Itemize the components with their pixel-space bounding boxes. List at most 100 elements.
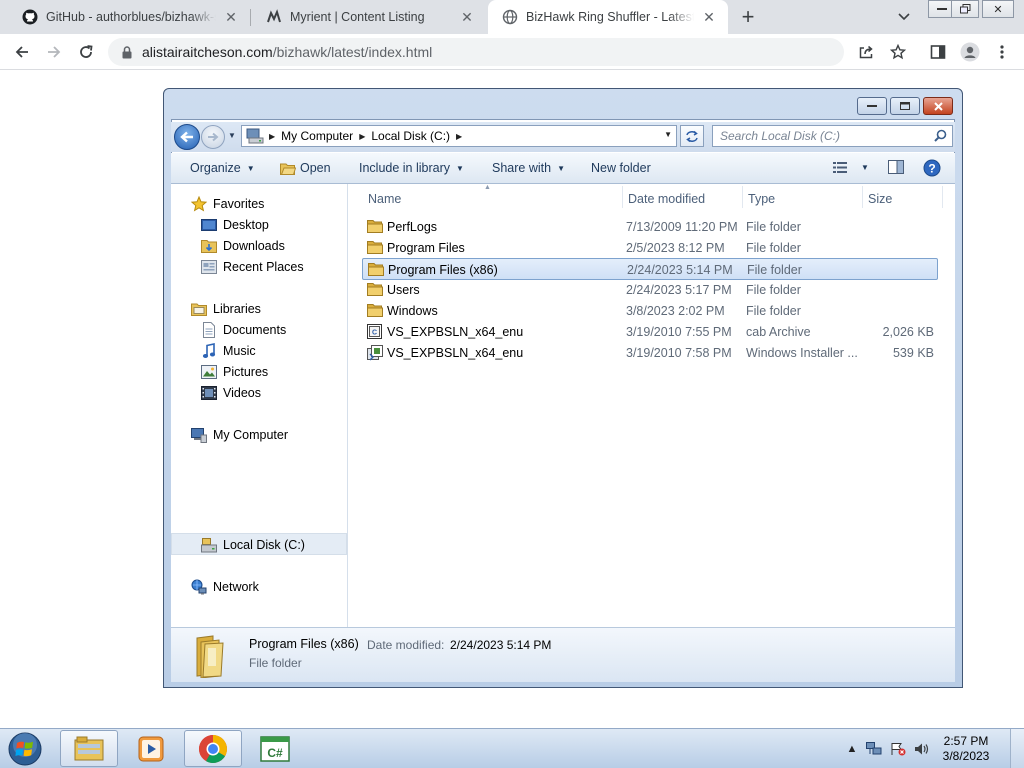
new-folder-button[interactable]: New folder: [591, 161, 651, 175]
nav-desktop[interactable]: Desktop: [201, 215, 269, 235]
start-button[interactable]: [4, 730, 46, 768]
breadcrumb-chevron-icon[interactable]: ▶: [359, 132, 365, 141]
taskbar-explorer-button[interactable]: [60, 730, 118, 767]
explorer-search-input[interactable]: Search Local Disk (C:): [712, 125, 953, 147]
column-divider[interactable]: [622, 186, 623, 208]
bookmark-star-icon[interactable]: [886, 40, 910, 64]
kebab-menu-icon[interactable]: [990, 40, 1014, 64]
taskbar-media-player-button[interactable]: [122, 730, 180, 767]
file-row-selected[interactable]: Program Files (x86) 2/24/2023 5:14 PM Fi…: [362, 258, 938, 280]
show-hidden-icons-arrow-icon[interactable]: ▲: [843, 741, 861, 757]
svg-text:?: ?: [928, 162, 935, 176]
recent-pages-dropdown-icon[interactable]: ▼: [228, 131, 236, 140]
system-clock[interactable]: 2:57 PM 3/8/2023: [936, 734, 996, 764]
close-icon[interactable]: ✕: [458, 8, 476, 26]
search-icon[interactable]: [934, 129, 947, 145]
file-row[interactable]: Program Files 2/5/2023 8:12 PM File fold…: [363, 238, 937, 258]
change-view-button[interactable]: ▼: [833, 162, 869, 173]
reload-icon[interactable]: [72, 38, 100, 66]
address-bar[interactable]: alistairaitcheson.com/bizhawk/latest/ind…: [108, 38, 844, 66]
installer-package-icon: [367, 345, 383, 361]
column-header-name[interactable]: Name: [368, 192, 401, 206]
breadcrumb-local-disk[interactable]: Local Disk (C:): [371, 129, 450, 143]
restore-button[interactable]: [951, 0, 979, 18]
explorer-forward-arrow-icon[interactable]: [201, 125, 225, 149]
close-icon[interactable]: ✕: [700, 8, 718, 26]
file-date: 2/24/2023 5:14 PM: [627, 263, 733, 277]
explorer-close-button[interactable]: [923, 97, 953, 115]
nav-favorites[interactable]: Favorites: [191, 194, 264, 214]
nav-libraries[interactable]: Libraries: [191, 299, 261, 319]
profile-avatar-icon[interactable]: [958, 40, 982, 64]
tab-github[interactable]: GitHub - authorblues/bizhawk-shuffler-2 …: [8, 0, 250, 34]
file-row[interactable]: PerfLogs 7/13/2009 11:20 PM File folder: [363, 217, 937, 237]
nav-network[interactable]: Network: [191, 577, 259, 597]
share-with-button[interactable]: Share with ▼: [492, 161, 565, 175]
details-item-name: Program Files (x86): [249, 637, 359, 651]
computer-drive-icon: [245, 128, 265, 144]
explorer-back-arrow-icon[interactable]: [174, 124, 200, 150]
tab-bizhawk[interactable]: BizHawk Ring Shuffler - Latest Build ✕: [488, 0, 728, 34]
nav-label: Favorites: [213, 197, 265, 211]
open-button[interactable]: Open: [280, 161, 331, 175]
forward-arrow-icon[interactable]: [40, 38, 68, 66]
breadcrumb-chevron-icon[interactable]: ▶: [456, 132, 462, 141]
nav-music[interactable]: Music: [201, 341, 256, 361]
new-tab-button[interactable]: +: [736, 5, 760, 29]
share-icon[interactable]: [854, 40, 878, 64]
nav-videos[interactable]: Videos: [201, 383, 261, 403]
tab-title: GitHub - authorblues/bizhawk-shuffler-2: [46, 10, 216, 24]
search-placeholder: Search Local Disk (C:): [720, 129, 841, 143]
cab-archive-icon: C: [367, 324, 383, 340]
nav-recent-places[interactable]: Recent Places: [201, 257, 304, 277]
address-dropdown-icon[interactable]: ▼: [664, 130, 672, 139]
organize-button[interactable]: Organize ▼: [190, 161, 255, 175]
media-player-icon: [136, 735, 166, 763]
breadcrumb-chevron-icon[interactable]: ▶: [269, 132, 275, 141]
nav-local-disk[interactable]: Local Disk (C:): [201, 535, 305, 555]
address-row: ▼ ▶ My Computer ▶ Local Disk (C:) ▶ ▼ Se…: [171, 122, 955, 152]
action-center-flag-icon[interactable]: [889, 741, 907, 757]
open-label: Open: [300, 161, 331, 175]
tab-strip: GitHub - authorblues/bizhawk-shuffler-2 …: [0, 0, 1024, 34]
music-note-icon: [201, 343, 217, 359]
nav-my-computer[interactable]: My Computer: [191, 425, 288, 445]
large-folder-icon: [191, 634, 225, 679]
close-icon[interactable]: ✕: [222, 8, 240, 26]
tab-search-icon[interactable]: [894, 8, 914, 26]
column-header-date-modified[interactable]: Date modified: [628, 192, 705, 206]
details-date-label: Date modified:: [367, 638, 445, 652]
explorer-maximize-button[interactable]: [890, 97, 920, 115]
nav-downloads[interactable]: Downloads: [201, 236, 285, 256]
help-button[interactable]: ?: [923, 159, 941, 177]
file-date: 2/5/2023 8:12 PM: [626, 241, 725, 255]
include-in-library-button[interactable]: Include in library ▼: [359, 161, 464, 175]
volume-speaker-icon[interactable]: [913, 741, 931, 757]
file-row[interactable]: Users 2/24/2023 5:17 PM File folder: [363, 280, 937, 300]
breadcrumb-my-computer[interactable]: My Computer: [281, 129, 353, 143]
show-desktop-button[interactable]: [1010, 729, 1024, 768]
close-window-button[interactable]: ✕: [982, 0, 1014, 18]
nav-pictures[interactable]: Pictures: [201, 362, 268, 382]
back-arrow-icon[interactable]: [8, 38, 36, 66]
column-header-size[interactable]: Size: [868, 192, 892, 206]
nav-label: Pictures: [223, 365, 269, 379]
explorer-minimize-button[interactable]: [857, 97, 887, 115]
column-divider[interactable]: [742, 186, 743, 208]
tab-myrient[interactable]: Myrient | Content Listing ✕: [252, 0, 486, 34]
preview-pane-button[interactable]: [888, 160, 904, 174]
column-divider[interactable]: [942, 186, 943, 208]
network-tray-icon[interactable]: [865, 741, 883, 757]
file-name: VS_EXPBSLN_x64_enu: [387, 325, 524, 339]
file-row[interactable]: C VS_EXPBSLN_x64_enu 3/19/2010 7:55 PM c…: [363, 322, 937, 342]
explorer-address-box[interactable]: ▶ My Computer ▶ Local Disk (C:) ▶ ▼: [241, 125, 677, 147]
column-divider[interactable]: [862, 186, 863, 208]
file-row[interactable]: Windows 3/8/2023 2:02 PM File folder: [363, 301, 937, 321]
side-panel-icon[interactable]: [926, 40, 950, 64]
nav-documents[interactable]: Documents: [201, 320, 286, 340]
taskbar-csharp-editor-button[interactable]: C#: [246, 730, 304, 767]
explorer-refresh-icon[interactable]: [680, 125, 704, 147]
taskbar-chrome-button[interactable]: [184, 730, 242, 767]
file-row[interactable]: VS_EXPBSLN_x64_enu 3/19/2010 7:58 PM Win…: [363, 343, 937, 363]
column-header-type[interactable]: Type: [748, 192, 775, 206]
